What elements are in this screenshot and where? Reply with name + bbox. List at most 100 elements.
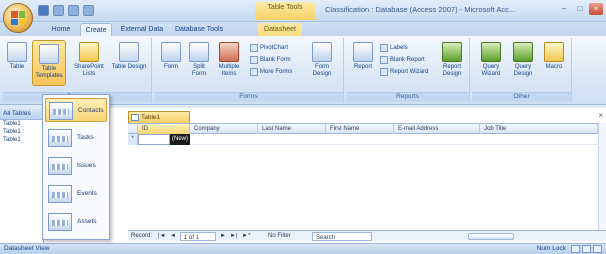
last-record-icon[interactable]: ►| — [230, 231, 238, 241]
minimize-icon[interactable]: – — [557, 3, 571, 15]
blank-report-button[interactable]: Blank Report — [380, 56, 425, 64]
view-switcher — [571, 245, 602, 253]
navigation-pane-header[interactable]: All Tables — [0, 108, 43, 120]
table-templates-button[interactable]: Table Templates — [32, 40, 66, 86]
table-design-button[interactable]: Table Design — [110, 42, 148, 71]
forms-group-label: Forms — [154, 92, 343, 102]
blank-report-icon — [380, 56, 388, 64]
report-wizard-button[interactable]: Report Wizard — [380, 68, 428, 76]
tab-datasheet[interactable]: Datasheet — [258, 23, 302, 36]
document-tab[interactable]: Table1 — [128, 111, 190, 123]
new-record-cell[interactable] — [138, 134, 170, 145]
report-button[interactable]: Report — [350, 42, 376, 71]
sharepoint-lists-button[interactable]: SharePoint Lists — [70, 42, 108, 78]
window-title: Classification : Database (Access 2007) … — [325, 5, 516, 14]
vertical-scrollbar[interactable] — [598, 123, 606, 230]
column-header-last-name[interactable]: Last Name — [258, 124, 326, 134]
close-icon[interactable]: × — [589, 3, 603, 15]
query-design-icon — [513, 42, 533, 62]
report-design-button[interactable]: Report Design — [436, 42, 468, 78]
forms-group: Form Split Form Multiple Items PivotChar… — [154, 38, 344, 102]
tab-create[interactable]: Create — [80, 23, 112, 36]
column-header-job-title[interactable]: Job Title — [480, 124, 598, 134]
title-bar: Table Tools Classification : Database (A… — [0, 0, 606, 33]
record-position-field[interactable]: 1 of 1 — [180, 232, 216, 241]
design-view-icon[interactable] — [593, 245, 602, 253]
status-num-lock: Num Lock — [536, 245, 566, 252]
ribbon-tabs: Home Create External Data Database Tools… — [0, 22, 606, 36]
first-record-icon[interactable]: |◄ — [158, 231, 166, 241]
table-templates-icon — [39, 44, 59, 64]
blank-form-button[interactable]: Blank Form — [250, 56, 291, 64]
new-record-id[interactable]: (New) — [170, 134, 190, 145]
multiple-items-button[interactable]: Multiple Items — [214, 42, 244, 78]
query-wizard-button[interactable]: Query Wizard — [476, 42, 506, 78]
template-issues[interactable]: Issues — [45, 154, 107, 178]
new-record-icon[interactable]: ►* — [242, 231, 250, 241]
save-icon[interactable] — [38, 5, 49, 16]
table-button[interactable]: Table — [4, 42, 30, 71]
split-form-button[interactable]: Split Form — [186, 42, 212, 78]
other-group: Query Wizard Query Design Macro Other — [472, 38, 572, 102]
labels-button[interactable]: Labels — [380, 44, 408, 52]
pivotchart-button[interactable]: PivotChart — [250, 44, 288, 52]
column-header-company[interactable]: Company — [190, 124, 258, 134]
new-record-row[interactable]: * (New) — [128, 134, 606, 145]
status-view-label: Datasheet View — [4, 245, 50, 252]
datasheet-view-icon[interactable] — [571, 245, 580, 253]
prev-record-icon[interactable]: ◄ — [170, 231, 176, 241]
office-button[interactable] — [3, 3, 33, 33]
events-template-icon — [48, 185, 72, 203]
customize-qat-icon[interactable] — [83, 5, 94, 16]
more-forms-icon — [250, 68, 258, 76]
table-icon — [131, 114, 139, 121]
nav-item[interactable]: Table1 — [0, 120, 43, 128]
split-form-icon — [189, 42, 209, 62]
issues-template-icon — [48, 157, 72, 175]
macro-icon — [544, 42, 564, 62]
contacts-template-icon — [49, 102, 73, 120]
column-header-id[interactable]: ID — [138, 124, 190, 134]
tab-database-tools[interactable]: Database Tools — [170, 23, 228, 36]
table-icon — [7, 42, 27, 62]
multiple-items-icon — [219, 42, 239, 62]
maximize-icon[interactable]: □ — [573, 3, 587, 15]
template-contacts[interactable]: Contacts — [45, 98, 107, 122]
window-controls: – □ × — [557, 3, 603, 15]
filter-status[interactable]: No Filter — [268, 231, 291, 241]
select-all-cell[interactable] — [128, 124, 138, 134]
template-tasks[interactable]: Tasks — [45, 126, 107, 150]
close-document-icon[interactable]: × — [598, 111, 603, 120]
sharepoint-icon — [79, 42, 99, 62]
template-events[interactable]: Events — [45, 182, 107, 206]
next-record-icon[interactable]: ► — [220, 231, 226, 241]
datasheet-header: ID Company Last Name First Name E-mail A… — [128, 123, 606, 134]
nav-item[interactable]: Table1 : — [0, 128, 43, 136]
undo-icon[interactable] — [53, 5, 64, 16]
nav-item[interactable]: Table1 — [0, 136, 43, 144]
template-assets[interactable]: Assets — [45, 210, 107, 234]
reports-group: Report Labels Blank Report Report Wizard… — [346, 38, 470, 102]
pivottable-view-icon[interactable] — [582, 245, 591, 253]
reports-group-label: Reports — [346, 92, 469, 102]
tables-group: Table Table Templates SharePoint Lists T… — [2, 38, 152, 102]
pivotchart-icon — [250, 44, 258, 52]
query-design-button[interactable]: Query Design — [508, 42, 538, 78]
macro-button[interactable]: Macro — [540, 42, 568, 71]
tab-external-data[interactable]: External Data — [116, 23, 168, 36]
search-box[interactable]: Search — [312, 232, 372, 241]
query-wizard-icon — [481, 42, 501, 62]
form-design-button[interactable]: Form Design — [306, 42, 338, 78]
more-forms-button[interactable]: More Forms — [250, 68, 292, 76]
tab-home[interactable]: Home — [46, 23, 76, 36]
office-logo-icon — [11, 11, 25, 25]
horizontal-scrollbar[interactable] — [468, 233, 514, 240]
redo-icon[interactable] — [68, 5, 79, 16]
record-label: Record: — [131, 233, 153, 239]
new-record-marker: * — [128, 134, 138, 145]
column-header-first-name[interactable]: First Name — [326, 124, 394, 134]
column-header-email[interactable]: E-mail Address — [394, 124, 480, 134]
blank-form-icon — [250, 56, 258, 64]
form-button[interactable]: Form — [158, 42, 184, 71]
record-navigator: Record: |◄ ◄ 1 of 1 ► ►| ►* No Filter Se… — [128, 230, 606, 241]
